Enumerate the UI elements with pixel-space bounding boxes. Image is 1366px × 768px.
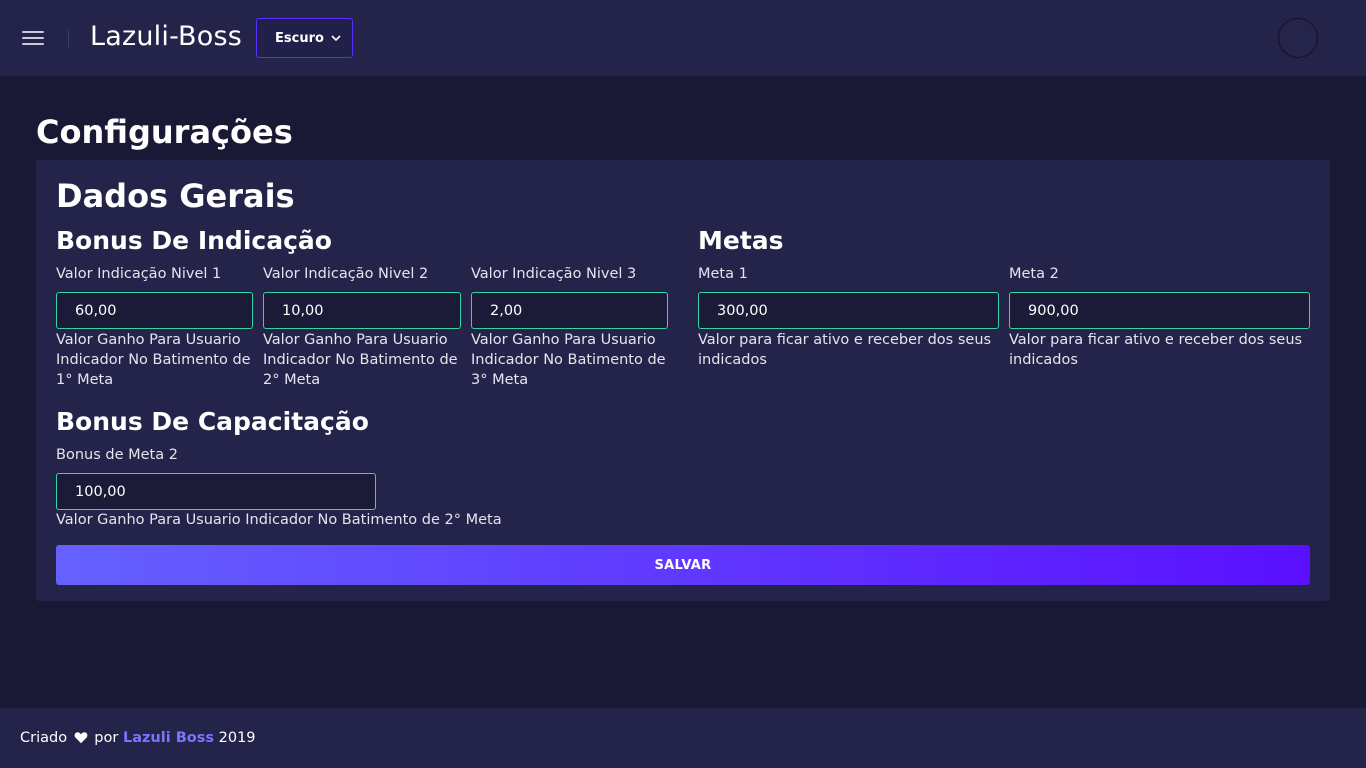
footer: Criado por Lazuli Boss 2019: [0, 708, 1366, 768]
menu-icon-line: [22, 31, 44, 33]
field-help-meta-2: Valor para ficar ativo e receber dos seu…: [1009, 332, 1303, 368]
menu-icon-line: [22, 43, 44, 45]
input-indicacao-nivel-3[interactable]: [471, 292, 668, 329]
menu-icon-line: [22, 37, 44, 39]
field-label-nivel-3: Valor Indicação Nivel 3: [471, 266, 637, 282]
section-title-metas: Metas: [698, 226, 784, 255]
section-title-bonus-indicacao: Bonus De Indicação: [56, 226, 332, 255]
field-help-nivel-3: Valor Ganho Para Usuario Indicador No Ba…: [471, 332, 666, 388]
field-label-nivel-2: Valor Indicação Nivel 2: [263, 266, 429, 282]
field-label-bonus-meta-2: Bonus de Meta 2: [56, 447, 178, 463]
theme-select-value: Escuro: [275, 31, 324, 46]
save-button[interactable]: SALVAR: [56, 545, 1310, 585]
input-meta-1[interactable]: [698, 292, 999, 329]
heart-icon: [74, 732, 88, 744]
avatar[interactable]: [1278, 18, 1318, 58]
section-title-bonus-capacitacao: Bonus De Capacitação: [56, 407, 369, 436]
field-help-nivel-1: Valor Ganho Para Usuario Indicador No Ba…: [56, 332, 251, 388]
chevron-down-icon: [331, 35, 341, 42]
field-label-meta-1: Meta 1: [698, 266, 748, 282]
field-help-nivel-2: Valor Ganho Para Usuario Indicador No Ba…: [263, 332, 458, 388]
header-divider: [68, 29, 69, 47]
page-title: Configurações: [36, 113, 293, 151]
input-bonus-meta-2[interactable]: [56, 473, 376, 510]
input-indicacao-nivel-1[interactable]: [56, 292, 253, 329]
card-title: Dados Gerais: [56, 177, 295, 215]
footer-brand-link[interactable]: Lazuli Boss: [123, 730, 214, 746]
footer-text: Criado por Lazuli Boss 2019: [20, 730, 256, 746]
app-brand[interactable]: Lazuli-Boss: [90, 21, 242, 52]
input-indicacao-nivel-2[interactable]: [263, 292, 461, 329]
field-label-meta-2: Meta 2: [1009, 266, 1059, 282]
menu-button[interactable]: [22, 28, 46, 48]
footer-year: 2019: [218, 730, 256, 746]
footer-prefix: Criado: [20, 730, 68, 746]
field-help-bonus-meta-2: Valor Ganho Para Usuario Indicador No Ba…: [56, 512, 502, 528]
field-label-nivel-1: Valor Indicação Nivel 1: [56, 266, 222, 282]
top-bar: Lazuli-Boss Escuro: [0, 0, 1366, 76]
input-meta-2[interactable]: [1009, 292, 1310, 329]
footer-by: por: [94, 730, 119, 746]
field-help-meta-1: Valor para ficar ativo e receber dos seu…: [698, 332, 992, 368]
